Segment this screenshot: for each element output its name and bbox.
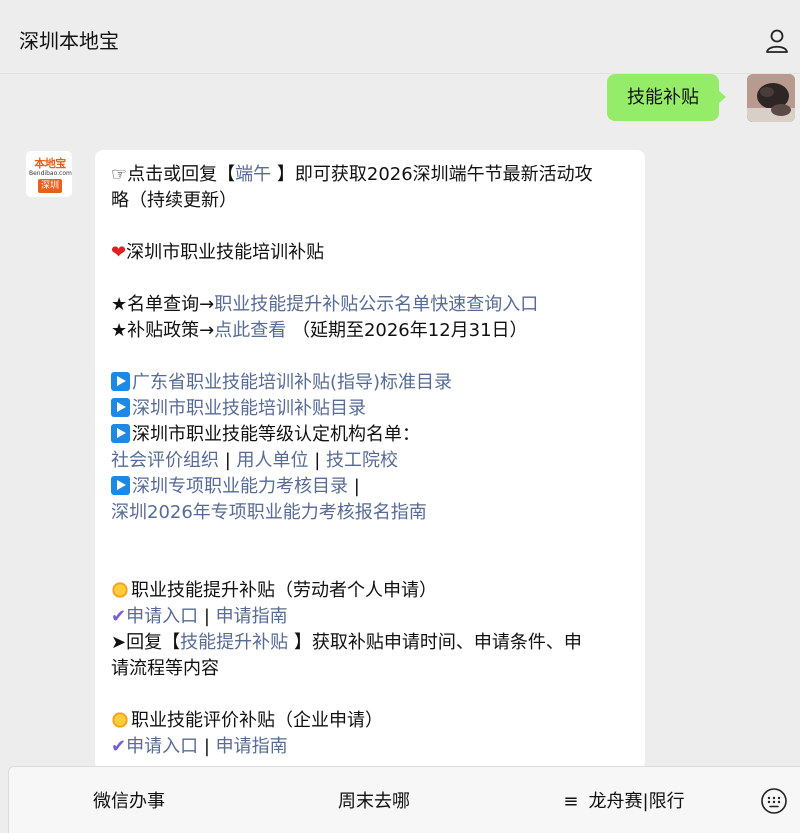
incoming-bubble: ☞点击或回复【端午 】即可获取2026深圳端午节最新活动攻 略（持续更新） ❤深… — [95, 150, 645, 770]
policy-line: ★补贴政策→点此查看 （延期至2026年12月31日） — [111, 318, 637, 344]
sun-icon — [111, 581, 129, 599]
link-apply-entry-2[interactable]: 申请入口 — [126, 736, 198, 757]
text: ★名单查询→ — [111, 294, 215, 315]
link-special-ability-catalog[interactable]: 深圳专项职业能力考核目录 — [132, 476, 348, 497]
link-apply-entry[interactable]: 申请入口 — [126, 606, 198, 627]
link-tech-school[interactable]: 技工院校 — [326, 450, 398, 471]
list-item: 广东省职业技能培训补贴(指导)标准目录 — [111, 370, 637, 396]
avatar-logo-domain: Bendibao.com — [29, 170, 72, 177]
link-duanwu[interactable]: 端午 — [235, 164, 271, 185]
link-skill-subsidy[interactable]: 技能提升补贴 — [180, 632, 288, 653]
check-icon: ✔ — [111, 736, 127, 757]
menu-item-dragon-boat[interactable]: ≡ 龙舟赛|限行 — [549, 789, 699, 815]
link-list-query[interactable]: 职业技能提升补贴公示名单快速查询入口 — [214, 294, 538, 315]
play-icon — [111, 424, 130, 443]
text: ➤回复【 — [111, 632, 181, 653]
list-item: 深圳市职业技能培训补贴目录 — [111, 396, 637, 422]
play-icon — [111, 476, 130, 495]
link-social-org[interactable]: 社会评价组织 — [111, 450, 219, 471]
section-title-1: ❤深圳市职业技能培训补贴 — [111, 240, 637, 266]
chat-title: 深圳本地宝 — [19, 29, 119, 53]
outgoing-message-row: 技能补贴 — [595, 74, 795, 126]
link-employer[interactable]: 用人单位 — [237, 450, 309, 471]
avatar-logo-city: 深圳 — [38, 179, 62, 193]
play-icon — [111, 372, 130, 391]
list-item: 深圳2026年专项职业能力考核报名指南 — [111, 500, 637, 526]
message-body: ☞点击或回复【端午 】即可获取2026深圳端午节最新活动攻 略（持续更新） ❤深… — [111, 162, 637, 760]
section-title-text: 深圳市职业技能培训补贴 — [126, 242, 325, 263]
text: | — [348, 476, 360, 497]
person-icon[interactable] — [762, 26, 792, 56]
link-policy[interactable]: 点此查看 — [214, 320, 286, 341]
link-special-ability-guide[interactable]: 深圳2026年专项职业能力考核报名指南 — [111, 502, 427, 523]
sun-icon — [111, 711, 129, 729]
text: （延期至2026年12月31日） — [286, 320, 528, 341]
apply-line-2: ✔申请入口 | 申请指南 — [111, 734, 637, 760]
menu-item-weekend[interactable]: 周末去哪 — [314, 789, 434, 815]
section-title-2: 职业技能提升补贴（劳动者个人申请） — [111, 578, 637, 604]
chat-header: 深圳本地宝 — [0, 0, 800, 74]
text: ★补贴政策→ — [111, 320, 215, 341]
link-guangdong-catalog[interactable]: 广东省职业技能培训补贴(指导)标准目录 — [132, 372, 452, 393]
list-query-line: ★名单查询→职业技能提升补贴公示名单快速查询入口 — [111, 292, 637, 318]
org-links-line: 社会评价组织 | 用人单位 | 技工院校 — [111, 448, 637, 474]
text: 】获取补贴申请时间、申请条件、申 — [288, 632, 582, 653]
text: 深圳市职业技能等级认定机构名单： — [132, 424, 420, 445]
bot-avatar[interactable]: 本地宝 Bendibao.com 深圳 — [25, 150, 73, 198]
reply-line: ➤回复【技能提升补贴 】获取补贴申请时间、申请条件、申 — [111, 630, 637, 656]
link-apply-guide-2[interactable]: 申请指南 — [216, 736, 288, 757]
user-avatar[interactable] — [747, 74, 795, 122]
message-line: 略（持续更新） — [111, 190, 237, 211]
bottom-menu: 微信办事 周末去哪 ≡ 龙舟赛|限行 — [8, 766, 800, 833]
play-icon — [111, 398, 130, 417]
link-shenzhen-catalog[interactable]: 深圳市职业技能培训补贴目录 — [132, 398, 366, 419]
text: | — [219, 450, 237, 471]
link-apply-guide[interactable]: 申请指南 — [216, 606, 288, 627]
text: | — [308, 450, 327, 471]
list-item: 深圳专项职业能力考核目录 | — [111, 474, 637, 500]
list-item: 深圳市职业技能等级认定机构名单： — [111, 422, 637, 448]
menu-item-label: 龙舟赛|限行 — [588, 791, 685, 812]
menu-item-wechat-service[interactable]: 微信办事 — [69, 789, 189, 815]
keyboard-icon[interactable] — [760, 787, 788, 815]
chat-page: 深圳本地宝 技能补贴 本地宝 Bendibao.com 深圳 ☞点击或回复【端午… — [0, 0, 800, 833]
avatar-logo-text: 本地宝 — [34, 157, 66, 170]
check-icon: ✔ — [111, 606, 127, 627]
heart-icon: ❤ — [111, 242, 127, 263]
message-line: 请流程等内容 — [111, 658, 219, 679]
section-title-text: 职业技能评价补贴（企业申请） — [131, 710, 383, 731]
text: | — [198, 606, 216, 627]
section-title-text: 职业技能提升补贴（劳动者个人申请） — [131, 580, 437, 601]
apply-line: ✔申请入口 | 申请指南 — [111, 604, 637, 630]
message-line: ☞点击或回复【端午 】即可获取2026深圳端午节最新活动攻 — [111, 162, 637, 188]
text: ☞点击或回复【 — [111, 164, 236, 185]
hamburger-icon: ≡ — [563, 791, 579, 812]
text: | — [198, 736, 216, 757]
text: 】即可获取2026深圳端午节最新活动攻 — [271, 164, 593, 185]
outgoing-bubble[interactable]: 技能补贴 — [607, 74, 726, 121]
section-title-3: 职业技能评价补贴（企业申请） — [111, 708, 637, 734]
